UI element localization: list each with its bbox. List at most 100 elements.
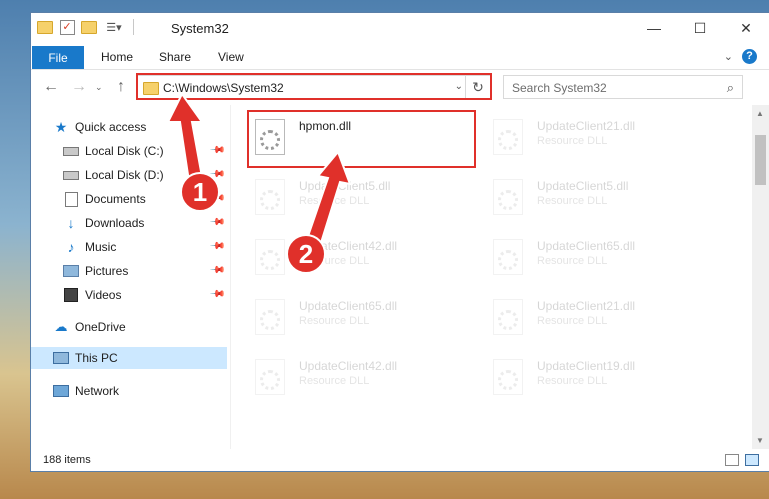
sidebar-item-label: Downloads: [85, 216, 145, 230]
file-item[interactable]: UpdateClient5.dll Resource DLL: [483, 169, 713, 221]
file-name: UpdateClient65.dll: [537, 239, 636, 253]
ribbon-tabs: File Home Share View ⌄ ?: [31, 45, 769, 70]
window-title: System32: [171, 21, 229, 36]
file-item[interactable]: UpdateClient42.dll Resource DLL: [245, 349, 475, 401]
sidebar-item-label: Local Disk (D:): [85, 168, 164, 182]
forward-arrow-icon[interactable]: →: [71, 78, 87, 96]
tab-file[interactable]: File: [32, 46, 84, 69]
step2-badge: 2: [286, 234, 326, 274]
sidebar-item-label: Music: [85, 240, 117, 254]
maximize-button[interactable]: ☐: [677, 13, 723, 43]
file-name: UpdateClient5.dll: [537, 179, 629, 193]
sidebar-item-downloads[interactable]: ↓ Downloads: [63, 212, 145, 234]
dll-file-icon: [493, 239, 523, 275]
scroll-up-icon[interactable]: ▲: [756, 109, 764, 118]
ribbon-expand-icon[interactable]: ⌄: [724, 50, 733, 63]
large-icons-view-icon[interactable]: [745, 454, 759, 466]
file-type: Resource DLL: [537, 135, 608, 147]
search-icon[interactable]: ⌕: [727, 80, 734, 96]
document-icon: [63, 191, 79, 207]
new-folder-icon[interactable]: [81, 19, 97, 35]
help-button[interactable]: ?: [742, 49, 757, 64]
file-name: UpdateClient65.dll: [299, 299, 398, 313]
dll-file-icon: [255, 179, 285, 215]
tab-share[interactable]: Share: [159, 50, 191, 64]
pin-icon[interactable]: 📌: [209, 286, 226, 303]
sidebar-item-onedrive[interactable]: ☁ OneDrive: [53, 316, 126, 338]
download-icon: ↓: [67, 215, 75, 231]
step1-badge: 1: [180, 172, 220, 212]
title-bar: ✓ ☰▾ System32 — ☐ ✕: [31, 13, 769, 45]
tab-home[interactable]: Home: [101, 50, 133, 64]
sidebar-item-quick-access[interactable]: ★ Quick access: [53, 116, 147, 138]
file-type: Resource DLL: [537, 375, 608, 387]
file-type: Resource DLL: [537, 255, 608, 267]
computer-icon: [53, 351, 69, 365]
pictures-icon: [63, 264, 79, 278]
sidebar-item-label: Documents: [85, 192, 146, 206]
details-view-icon[interactable]: [725, 454, 739, 466]
folder-icon[interactable]: [37, 19, 53, 35]
pin-icon[interactable]: 📌: [209, 262, 226, 279]
file-item[interactable]: UpdateClient21.dll Resource DLL: [483, 289, 713, 341]
file-type: Resource DLL: [537, 195, 608, 207]
sidebar-item-local-disk-d[interactable]: Local Disk (D:): [63, 164, 164, 186]
close-button[interactable]: ✕: [723, 13, 769, 43]
file-type: Resource DLL: [299, 375, 370, 387]
dll-file-icon: [493, 299, 523, 335]
dll-file-icon: [493, 119, 523, 155]
customize-toolbar-icon[interactable]: ☰▾: [103, 19, 125, 35]
sidebar-item-documents[interactable]: Documents: [63, 188, 146, 210]
status-bar: 188 items: [31, 449, 769, 471]
minimize-button[interactable]: —: [631, 13, 677, 43]
file-item[interactable]: UpdateClient5.dll Resource DLL: [245, 169, 475, 221]
scroll-thumb[interactable]: [755, 135, 766, 185]
sidebar-item-local-disk-c[interactable]: Local Disk (C:): [63, 140, 164, 162]
file-item[interactable]: UpdateClient42.dll Resource DLL: [245, 229, 475, 281]
dll-file-icon: [493, 359, 523, 395]
sidebar-item-label: Local Disk (C:): [85, 144, 164, 158]
cloud-icon: ☁: [54, 319, 68, 334]
vertical-scrollbar[interactable]: ▲ ▼: [752, 105, 769, 449]
file-item[interactable]: UpdateClient65.dll Resource DLL: [483, 229, 713, 281]
dll-file-icon: [255, 299, 285, 335]
file-item[interactable]: UpdateClient19.dll Resource DLL: [483, 349, 713, 401]
file-item[interactable]: UpdateClient65.dll Resource DLL: [245, 289, 475, 341]
back-arrow-icon[interactable]: ←: [43, 78, 59, 96]
sidebar-item-label: Network: [75, 384, 120, 398]
sidebar-item-label: OneDrive: [75, 320, 126, 334]
dll-file-icon: [255, 359, 285, 395]
drive-icon: [63, 168, 79, 182]
search-placeholder[interactable]: Search System32: [512, 81, 607, 95]
dll-file-icon: [493, 179, 523, 215]
pane-divider[interactable]: [230, 105, 231, 449]
network-icon: [53, 384, 69, 398]
sidebar-item-music[interactable]: ♪ Music: [63, 236, 117, 258]
music-icon: ♪: [67, 239, 75, 255]
videos-icon: [63, 288, 79, 302]
pin-icon[interactable]: 📌: [209, 238, 226, 255]
pin-icon[interactable]: 📌: [209, 214, 226, 231]
sidebar-item-label: Pictures: [85, 264, 129, 278]
drive-icon: [63, 144, 79, 158]
search-box[interactable]: Search System32 ⌕: [503, 75, 743, 99]
tab-view[interactable]: View: [218, 50, 244, 64]
star-icon: ★: [54, 118, 68, 135]
sidebar-item-videos[interactable]: Videos: [63, 284, 121, 306]
item-count: 188 items: [43, 454, 91, 466]
file-name: UpdateClient42.dll: [299, 359, 398, 373]
sidebar-item-network[interactable]: Network: [53, 380, 119, 402]
sidebar-item-label: This PC: [75, 351, 118, 365]
scroll-down-icon[interactable]: ▼: [756, 436, 764, 445]
recent-locations-chevron-icon[interactable]: ⌄: [95, 82, 103, 93]
properties-icon[interactable]: ✓: [59, 19, 75, 35]
quick-access-toolbar: ✓ ☰▾: [37, 19, 142, 35]
sidebar-item-pictures[interactable]: Pictures: [63, 260, 128, 282]
file-name: UpdateClient21.dll: [537, 299, 636, 313]
file-type: Resource DLL: [299, 315, 370, 327]
file-item[interactable]: UpdateClient21.dll Resource DLL: [483, 109, 713, 161]
sidebar-item-this-pc[interactable]: This PC: [31, 347, 227, 369]
file-name: UpdateClient21.dll: [537, 119, 636, 133]
up-arrow-icon[interactable]: ↑: [117, 78, 125, 96]
file-highlight-box: [247, 110, 476, 168]
